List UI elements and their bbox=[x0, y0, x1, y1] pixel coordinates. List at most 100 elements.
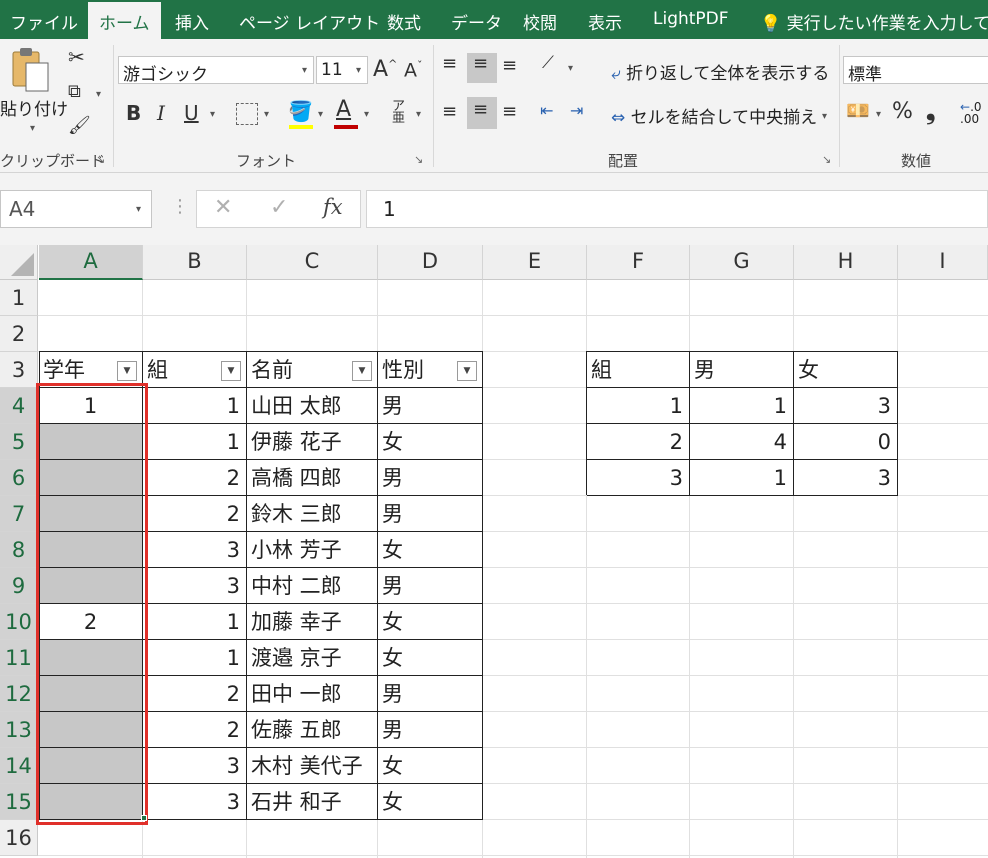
increase-indent-icon[interactable]: ⇥ bbox=[570, 101, 583, 120]
orientation-dropdown-icon[interactable]: ▾ bbox=[568, 63, 573, 74]
italic-button[interactable]: I bbox=[157, 101, 165, 125]
increase-decimal-icon[interactable]: ←.0.00 bbox=[960, 101, 982, 125]
copy-dropdown-icon[interactable]: ▾ bbox=[96, 89, 101, 100]
table1-data-cell[interactable]: 田中 一郎 bbox=[247, 676, 378, 712]
table1-data-cell[interactable]: 1 bbox=[143, 640, 247, 676]
column-header-f[interactable]: F bbox=[587, 245, 690, 280]
table1-data-cell[interactable]: 1 bbox=[143, 388, 247, 424]
table1-data-cell[interactable]: 石井 和子 bbox=[247, 784, 378, 820]
column-header-a[interactable]: A bbox=[39, 245, 143, 280]
bold-button[interactable]: B bbox=[126, 101, 141, 125]
filter-dropdown-icon[interactable]: ▼ bbox=[457, 361, 477, 381]
row-header-8[interactable]: 8 bbox=[0, 532, 38, 568]
underline-dropdown-icon[interactable]: ▾ bbox=[210, 109, 215, 120]
tab-file[interactable]: ファイル bbox=[10, 9, 78, 34]
table1-data-cell[interactable]: 2 bbox=[143, 712, 247, 748]
paste-button[interactable]: 貼り付け bbox=[0, 95, 68, 120]
tab-data[interactable]: データ bbox=[451, 9, 502, 34]
table1-data-cell[interactable]: 鈴木 三郎 bbox=[247, 496, 378, 532]
table1-data-cell[interactable]: 3 bbox=[143, 568, 247, 604]
table2-header-cell[interactable]: 女 bbox=[794, 352, 898, 388]
decrease-indent-icon[interactable]: ⇤ bbox=[540, 101, 553, 120]
fill-handle[interactable] bbox=[141, 815, 147, 821]
table1-data-cell[interactable]: 男 bbox=[378, 568, 483, 604]
column-header-i[interactable]: I bbox=[898, 245, 988, 280]
tab-review[interactable]: 校閲 bbox=[523, 9, 557, 34]
column-header-g[interactable]: G bbox=[690, 245, 794, 280]
fill-color-dropdown-icon[interactable]: ▾ bbox=[318, 109, 323, 120]
filter-dropdown-icon[interactable]: ▼ bbox=[221, 361, 241, 381]
table1-data-cell[interactable]: 佐藤 五郎 bbox=[247, 712, 378, 748]
table1-data-cell[interactable]: 渡邉 京子 bbox=[247, 640, 378, 676]
table1-data-cell[interactable]: 男 bbox=[378, 712, 483, 748]
table1-data-cell[interactable]: 女 bbox=[378, 532, 483, 568]
align-right-icon[interactable]: ≡ bbox=[502, 101, 517, 122]
align-left-icon[interactable]: ≡ bbox=[442, 101, 457, 122]
orientation-icon[interactable]: ⟋ bbox=[542, 53, 554, 73]
table2-header-cell[interactable]: 組 bbox=[587, 352, 690, 388]
tab-formulas[interactable]: 数式 bbox=[387, 9, 421, 34]
table1-data-cell[interactable]: 女 bbox=[378, 604, 483, 640]
table1-data-cell[interactable]: 男 bbox=[378, 460, 483, 496]
increase-font-size-button[interactable]: A^ bbox=[373, 57, 397, 82]
tell-me-search[interactable]: 💡 実行したい作業を入力してく bbox=[760, 9, 988, 34]
table2-data-cell[interactable]: 2 bbox=[587, 424, 690, 460]
row-header-16[interactable]: 16 bbox=[0, 820, 38, 856]
row-header-15[interactable]: 15 bbox=[0, 784, 38, 820]
table1-data-cell[interactable]: 中村 二郎 bbox=[247, 568, 378, 604]
table1-data-cell[interactable]: 男 bbox=[378, 496, 483, 532]
font-name-dropdown-icon[interactable]: ▾ bbox=[302, 65, 307, 76]
table1-data-cell[interactable]: 1 bbox=[143, 604, 247, 640]
underline-button[interactable]: U bbox=[184, 101, 199, 125]
table2-data-cell[interactable]: 3 bbox=[587, 460, 690, 496]
table1-data-cell[interactable]: 伊藤 花子 bbox=[247, 424, 378, 460]
font-size-dropdown-icon[interactable]: ▾ bbox=[356, 65, 361, 76]
column-header-c[interactable]: C bbox=[247, 245, 378, 280]
tab-view[interactable]: 表示 bbox=[588, 9, 622, 34]
tab-insert[interactable]: 挿入 bbox=[175, 9, 209, 34]
table1-data-cell[interactable]: 男 bbox=[378, 388, 483, 424]
align-center-button[interactable]: ≡ bbox=[467, 97, 497, 129]
column-header-b[interactable]: B bbox=[143, 245, 247, 280]
table1-data-cell[interactable]: 3 bbox=[143, 748, 247, 784]
wrap-text-button[interactable]: ⤶ 折り返して全体を表示する bbox=[611, 59, 829, 84]
enter-icon[interactable]: ✓ bbox=[270, 195, 288, 220]
align-top-icon[interactable]: ≡ bbox=[442, 53, 457, 74]
table1-data-cell[interactable]: 女 bbox=[378, 640, 483, 676]
row-header-3[interactable]: 3 bbox=[0, 352, 38, 388]
table2-data-cell[interactable]: 1 bbox=[690, 388, 794, 424]
alignment-launcher-icon[interactable]: ↘ bbox=[822, 153, 831, 166]
copy-icon[interactable]: ⧉ bbox=[68, 81, 81, 102]
table1-data-cell[interactable]: 2 bbox=[143, 496, 247, 532]
row-header-13[interactable]: 13 bbox=[0, 712, 38, 748]
table1-data-cell[interactable]: 小林 芳子 bbox=[247, 532, 378, 568]
row-header-2[interactable]: 2 bbox=[0, 316, 38, 352]
table2-data-cell[interactable]: 3 bbox=[794, 460, 898, 496]
formula-input[interactable]: 1 bbox=[366, 190, 988, 228]
table1-data-cell[interactable]: 男 bbox=[378, 676, 483, 712]
borders-dropdown-icon[interactable]: ▾ bbox=[264, 109, 269, 120]
table2-header-cell[interactable]: 男 bbox=[690, 352, 794, 388]
table1-data-cell[interactable]: 2 bbox=[143, 460, 247, 496]
paste-dropdown-icon[interactable]: ▾ bbox=[30, 123, 35, 134]
insert-function-button[interactable]: fx bbox=[323, 195, 343, 219]
table2-data-cell[interactable]: 0 bbox=[794, 424, 898, 460]
table1-data-cell[interactable]: 女 bbox=[378, 748, 483, 784]
filter-dropdown-icon[interactable]: ▼ bbox=[352, 361, 372, 381]
align-middle-button[interactable]: ≡ bbox=[467, 53, 497, 83]
table1-data-cell[interactable]: 1 bbox=[143, 424, 247, 460]
phonetic-guide-icon[interactable]: ア亜 bbox=[392, 100, 405, 125]
font-launcher-icon[interactable]: ↘ bbox=[414, 153, 423, 166]
tab-home[interactable]: ホーム bbox=[88, 2, 161, 39]
row-header-9[interactable]: 9 bbox=[0, 568, 38, 604]
font-color-dropdown-icon[interactable]: ▾ bbox=[364, 109, 369, 120]
row-header-1[interactable]: 1 bbox=[0, 280, 38, 316]
row-header-14[interactable]: 14 bbox=[0, 748, 38, 784]
percent-style-button[interactable]: % bbox=[892, 99, 913, 124]
row-header-4[interactable]: 4 bbox=[0, 388, 38, 424]
table2-data-cell[interactable]: 1 bbox=[587, 388, 690, 424]
filter-dropdown-icon[interactable]: ▼ bbox=[117, 361, 137, 381]
table1-data-cell[interactable]: 木村 美代子 bbox=[247, 748, 378, 784]
table1-data-cell[interactable]: 加藤 幸子 bbox=[247, 604, 378, 640]
cancel-icon[interactable]: ✕ bbox=[214, 195, 232, 220]
